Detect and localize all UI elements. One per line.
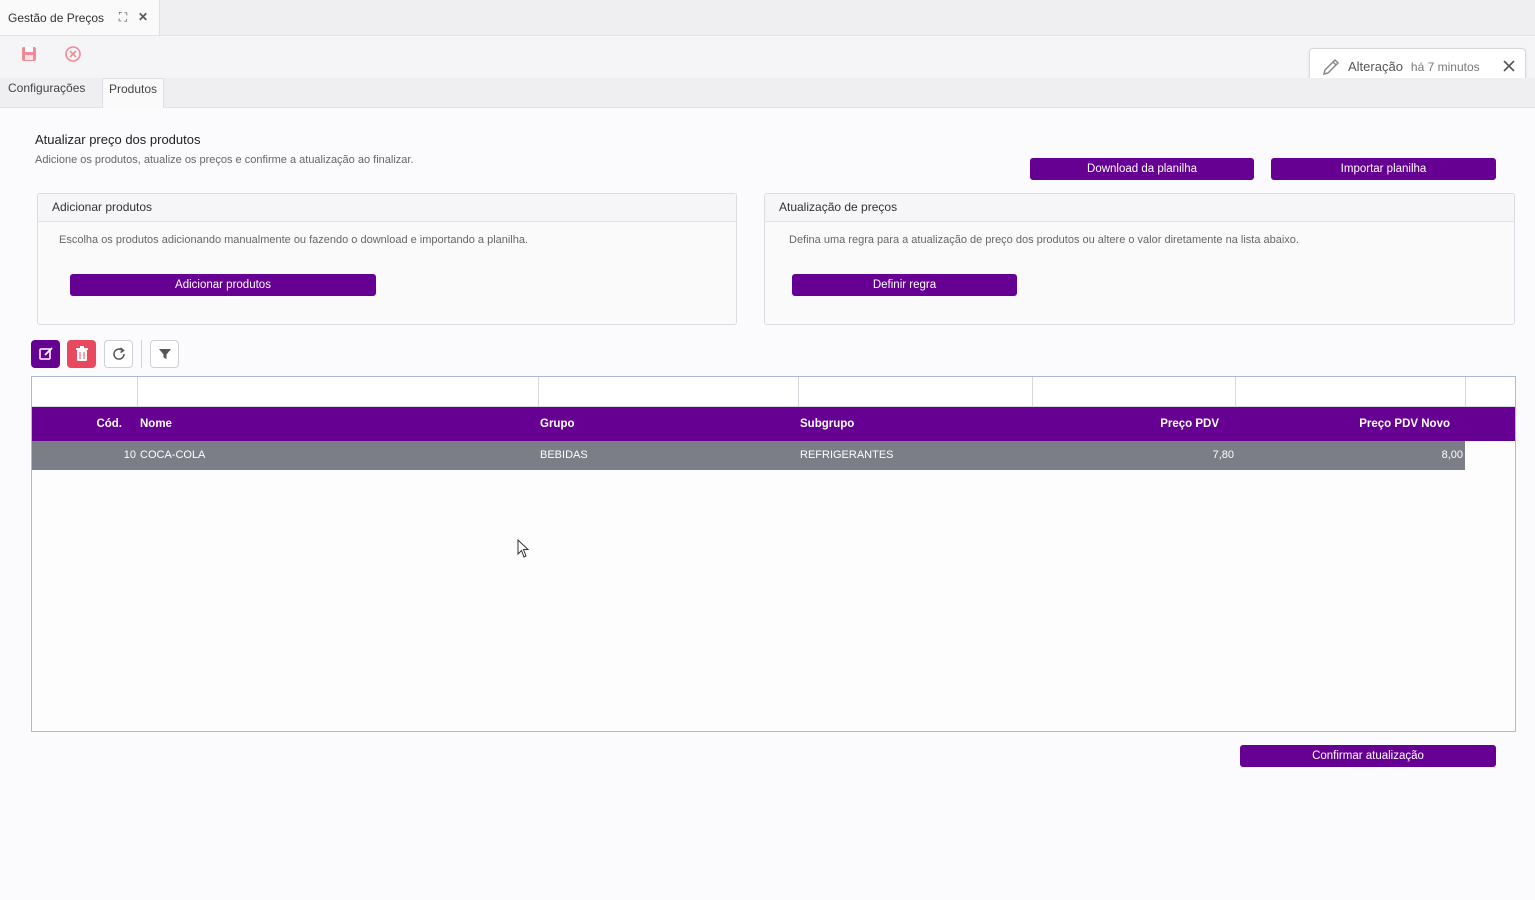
grid-header: Cód. Nome Grupo Subgrupo Preço PDV Preço… bbox=[32, 407, 1515, 441]
column-subgrupo[interactable]: Subgrupo bbox=[800, 407, 854, 441]
save-icon[interactable] bbox=[20, 45, 38, 63]
toolbar-divider bbox=[141, 340, 142, 368]
add-products-button[interactable]: Adicionar produtos bbox=[70, 274, 376, 296]
filter-nome[interactable] bbox=[138, 377, 539, 406]
tab-produtos[interactable]: Produtos bbox=[102, 78, 165, 108]
filter-icon bbox=[158, 349, 171, 359]
column-grupo[interactable]: Grupo bbox=[540, 407, 575, 441]
document-tab[interactable]: Gestão de Preços ⛶ ✕ bbox=[0, 0, 160, 35]
filter-subgrupo[interactable] bbox=[799, 377, 1033, 406]
column-preco-pdv[interactable]: Preço PDV bbox=[1033, 407, 1219, 441]
tab-configuracoes[interactable]: Configurações bbox=[2, 78, 91, 108]
pencil-icon bbox=[1322, 58, 1340, 75]
column-cod[interactable]: Cód. bbox=[32, 407, 122, 441]
cancel-circle-icon[interactable] bbox=[64, 45, 82, 63]
add-products-panel-text: Escolha os produtos adicionando manualme… bbox=[59, 234, 529, 246]
grid-filter-row bbox=[32, 377, 1515, 407]
tab-bar: Configurações Produtos bbox=[0, 78, 1535, 108]
download-spreadsheet-button[interactable]: Download da planilha bbox=[1030, 158, 1254, 180]
cell-nome: COCA-COLA bbox=[140, 449, 206, 461]
refresh-icon bbox=[112, 347, 125, 360]
maximize-icon[interactable]: ⛶ bbox=[116, 10, 130, 24]
notification-time: há 7 minutos bbox=[1410, 59, 1480, 74]
close-notification-icon[interactable] bbox=[1501, 58, 1517, 74]
trash-icon bbox=[75, 346, 88, 361]
confirm-update-button[interactable]: Confirmar atualização bbox=[1240, 745, 1496, 767]
filter-preco[interactable] bbox=[1033, 377, 1236, 406]
add-products-panel-title: Adicionar produtos bbox=[38, 194, 736, 222]
page-subtitle: Adicione os produtos, atualize os preços… bbox=[35, 154, 414, 166]
price-update-panel-title: Atualização de preços bbox=[765, 194, 1514, 222]
filter-cod[interactable] bbox=[32, 377, 138, 406]
delete-button[interactable] bbox=[67, 340, 96, 368]
close-icon[interactable]: ✕ bbox=[136, 10, 150, 24]
edit-icon bbox=[38, 347, 53, 360]
mouse-cursor-icon bbox=[517, 539, 530, 558]
window-title: Gestão de Preços bbox=[8, 10, 105, 25]
cell-preco-pdv-novo[interactable]: 8,00 bbox=[1236, 441, 1463, 470]
cell-grupo: BEBIDAS bbox=[540, 449, 588, 461]
filter-button[interactable] bbox=[150, 340, 179, 368]
add-products-panel: Adicionar produtos Escolha os produtos a… bbox=[37, 193, 737, 325]
filter-grupo[interactable] bbox=[539, 377, 799, 406]
column-preco-pdv-novo[interactable]: Preço PDV Novo bbox=[1236, 407, 1450, 441]
column-nome[interactable]: Nome bbox=[140, 407, 172, 441]
define-rule-button[interactable]: Definir regra bbox=[792, 274, 1017, 296]
window-tab-bar: Gestão de Preços ⛶ ✕ bbox=[0, 0, 1535, 36]
price-update-panel: Atualização de preços Defina uma regra p… bbox=[764, 193, 1515, 325]
import-spreadsheet-button[interactable]: Importar planilha bbox=[1271, 158, 1496, 180]
page-title: Atualizar preço dos produtos bbox=[35, 132, 201, 147]
price-update-panel-text: Defina uma regra para a atualização de p… bbox=[789, 234, 1299, 246]
cell-subgrupo: REFRIGERANTES bbox=[800, 449, 894, 461]
refresh-button[interactable] bbox=[104, 340, 133, 368]
products-grid: Cód. Nome Grupo Subgrupo Preço PDV Preço… bbox=[31, 376, 1516, 732]
cell-preco-pdv: 7,80 bbox=[1212, 449, 1234, 461]
edit-button[interactable] bbox=[31, 340, 60, 368]
notification-title: Alteração bbox=[1348, 59, 1403, 74]
filter-preco-novo[interactable] bbox=[1236, 377, 1466, 406]
toolbar bbox=[0, 36, 1535, 78]
cell-cod: 10 bbox=[123, 449, 136, 461]
table-row[interactable]: 10 COCA-COLA BEBIDAS REFRIGERANTES 7,80 … bbox=[32, 441, 1465, 470]
